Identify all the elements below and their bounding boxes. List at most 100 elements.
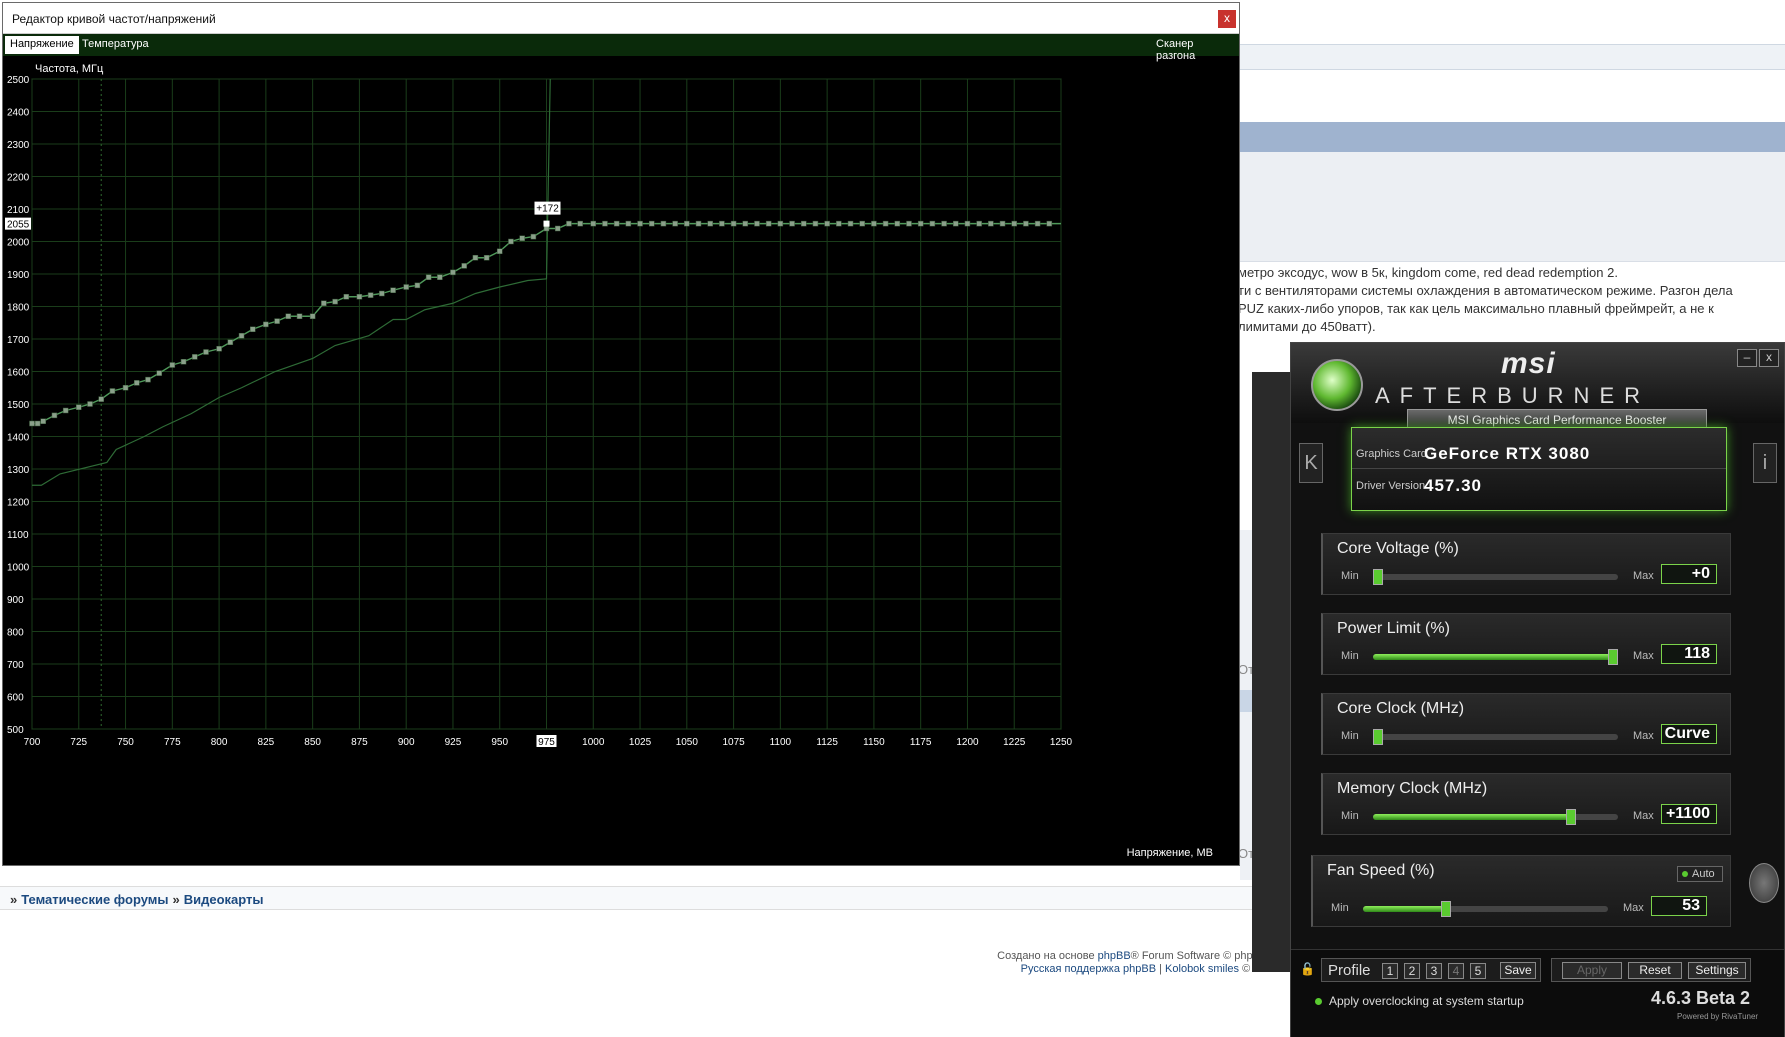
curve-point[interactable] [812, 220, 819, 227]
curve-point[interactable] [707, 220, 713, 227]
curve-point[interactable] [625, 220, 632, 227]
curve-point[interactable] [859, 220, 865, 227]
curve-point[interactable] [1034, 220, 1041, 227]
curve-point[interactable] [566, 220, 572, 227]
curve-point[interactable] [29, 420, 35, 427]
close-button[interactable]: x [1759, 349, 1779, 367]
curve-point[interactable] [156, 370, 162, 376]
curve-point[interactable] [754, 220, 760, 227]
curve-point[interactable] [483, 255, 490, 261]
slider-thumb[interactable] [1441, 901, 1451, 917]
curve-point[interactable] [637, 220, 643, 227]
curve-point[interactable] [367, 292, 374, 298]
curve-point[interactable] [379, 290, 385, 297]
curve-point[interactable] [216, 346, 222, 352]
slider-value[interactable]: 53 [1651, 896, 1707, 916]
slider-thumb[interactable] [1373, 729, 1383, 745]
curve-point[interactable] [461, 263, 467, 269]
slider-track[interactable] [1373, 569, 1618, 585]
profile-1-button[interactable]: 1 [1382, 963, 1398, 979]
curve-point[interactable] [180, 359, 187, 365]
breadcrumb-videocards[interactable]: Видеокарты [184, 892, 264, 907]
curve-point[interactable] [543, 225, 550, 232]
curve-point[interactable] [577, 220, 583, 227]
editor-title-bar[interactable]: Редактор кривой частот/напряжений x [3, 3, 1239, 34]
curve-point[interactable] [530, 233, 537, 240]
curve-point[interactable] [250, 326, 256, 332]
curve-point[interactable] [554, 225, 561, 232]
user-define-fan-button[interactable] [1749, 863, 1779, 903]
curve-point[interactable] [356, 294, 363, 300]
slider-track[interactable] [1363, 901, 1608, 917]
curve-point[interactable] [742, 220, 749, 227]
selected-curve-point[interactable] [543, 220, 550, 227]
curve-point[interactable] [847, 220, 854, 227]
breadcrumb-thematic-forums[interactable]: Тематические форумы [21, 892, 168, 907]
curve-point[interactable] [801, 220, 807, 227]
curve-point[interactable] [76, 404, 82, 410]
curve-point[interactable] [660, 220, 667, 227]
profile-4-button[interactable]: 4 [1448, 963, 1464, 979]
slider-thumb[interactable] [1608, 649, 1618, 665]
curve-point[interactable] [508, 238, 514, 245]
curve-point[interactable] [321, 300, 327, 306]
slider-thumb[interactable] [1373, 569, 1383, 585]
curve-point[interactable] [450, 269, 456, 276]
tab-temperature[interactable]: Температура [77, 36, 154, 54]
curve-point[interactable] [98, 396, 104, 402]
curve-point[interactable] [871, 220, 877, 227]
curve-point[interactable] [789, 220, 795, 227]
curve-point[interactable] [414, 282, 421, 289]
curve-point[interactable] [425, 274, 432, 280]
curve-point[interactable] [122, 385, 129, 391]
vf-curve-chart[interactable]: Частота, МГц Напряжение, МВ 500 600 700 800… [3, 56, 1239, 866]
curve-point[interactable] [730, 220, 737, 227]
slider-track[interactable] [1373, 729, 1618, 745]
curve-point[interactable] [602, 220, 608, 227]
curve-point[interactable] [227, 339, 234, 345]
curve-point[interactable] [390, 287, 396, 293]
curve-point[interactable] [263, 321, 269, 328]
curve-point[interactable] [953, 220, 959, 227]
curve-point[interactable] [472, 255, 479, 261]
curve-point[interactable] [999, 220, 1006, 227]
curve-point[interactable] [824, 220, 830, 227]
profile-2-button[interactable]: 2 [1404, 963, 1420, 979]
curve-point[interactable] [274, 318, 280, 324]
curve-point[interactable] [285, 313, 292, 319]
curve-point[interactable] [87, 401, 93, 407]
curve-point[interactable] [964, 220, 971, 227]
curve-point[interactable] [882, 220, 889, 227]
startup-label[interactable]: Apply overclocking at system startup [1329, 994, 1524, 1008]
curve-point[interactable] [343, 294, 350, 300]
curve-point[interactable] [988, 220, 994, 227]
curve-point[interactable] [309, 313, 316, 319]
curve-point[interactable] [590, 220, 597, 227]
slider-value[interactable]: Curve [1661, 724, 1717, 744]
curve-point[interactable] [613, 220, 620, 227]
curve-point[interactable] [34, 420, 41, 427]
curve-point[interactable] [238, 333, 245, 339]
slider-value[interactable]: +1100 [1661, 804, 1717, 824]
russian-support-link[interactable]: Русская поддержка phpBB [1021, 963, 1156, 975]
oc-scanner-button[interactable]: Сканер разгона [1151, 36, 1239, 62]
curve-point[interactable] [917, 220, 924, 227]
curve-point[interactable] [296, 313, 303, 319]
curve-point[interactable] [672, 220, 678, 227]
reset-button[interactable]: Reset [1628, 962, 1682, 979]
slider-value[interactable]: +0 [1661, 564, 1717, 584]
close-button[interactable]: x [1218, 10, 1236, 28]
info-button[interactable]: i [1753, 443, 1777, 483]
apply-button[interactable]: Apply [1562, 962, 1622, 979]
curve-point[interactable] [203, 349, 209, 355]
curve-point[interactable] [695, 220, 702, 227]
curve-point[interactable] [1011, 220, 1017, 227]
slider-value[interactable]: 118 [1661, 644, 1717, 664]
curve-point[interactable] [62, 407, 69, 414]
save-button[interactable]: Save [1500, 962, 1536, 979]
curve-point[interactable] [1046, 220, 1053, 227]
curve-point[interactable] [929, 220, 936, 227]
curve-point[interactable] [145, 376, 151, 383]
slider-thumb[interactable] [1566, 809, 1576, 825]
curve-point[interactable] [332, 298, 338, 305]
